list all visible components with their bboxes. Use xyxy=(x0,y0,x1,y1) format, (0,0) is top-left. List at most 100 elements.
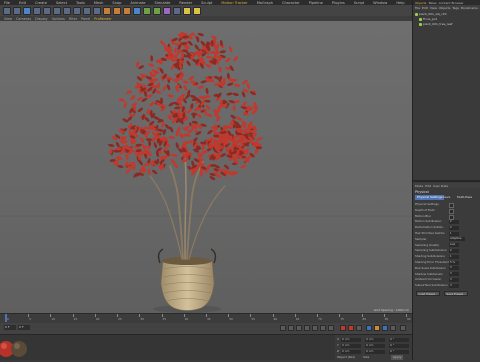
load-preset-button[interactable]: Load Preset... xyxy=(416,291,440,296)
parameter-key-icon[interactable] xyxy=(390,325,396,331)
attribute-value-field[interactable]: 1 xyxy=(449,231,459,236)
record-keys-icon[interactable] xyxy=(340,325,346,331)
leaf xyxy=(146,108,150,115)
coordinate-field-pos[interactable]: 0 cm xyxy=(341,337,361,342)
axis-label: Z xyxy=(337,349,340,353)
scale-key-icon[interactable] xyxy=(374,325,380,331)
undo-icon[interactable] xyxy=(3,6,11,15)
attribute-value-field[interactable]: 1 xyxy=(449,254,459,259)
attribute-row: Blurriness Subdivision 3 xyxy=(415,266,479,271)
leaf xyxy=(162,128,167,136)
attribute-value-field[interactable]: 3 xyxy=(449,266,459,271)
panel-divider[interactable] xyxy=(413,180,480,182)
render-view-icon[interactable] xyxy=(103,6,111,15)
leaf xyxy=(187,40,193,46)
attribute-value-field[interactable]: Adaptive xyxy=(449,237,465,242)
go-to-end-icon[interactable] xyxy=(328,325,334,331)
move-icon[interactable] xyxy=(33,6,41,15)
start-frame-field[interactable]: 0 F xyxy=(4,325,16,330)
attribute-value-field[interactable]: 3 xyxy=(449,277,459,282)
leaf xyxy=(144,163,151,166)
axis-label: X xyxy=(337,337,340,341)
coordinate-field-pos[interactable]: 0 cm xyxy=(341,349,361,354)
timeline-playhead[interactable] xyxy=(5,314,7,322)
go-to-start-icon[interactable] xyxy=(280,325,286,331)
leaf xyxy=(138,65,145,70)
attribute-value-field[interactable]: 5 % xyxy=(449,260,459,265)
timeline-tick-label: 80 xyxy=(362,316,367,321)
play-icon[interactable] xyxy=(304,325,310,331)
attribute-row: Sampler Adaptive xyxy=(415,237,479,242)
object-row[interactable]: plant_001_tree_leaf xyxy=(419,22,453,27)
attribute-value-field[interactable]: 3 xyxy=(449,272,459,277)
coordinate-field-pos[interactable]: 0 cm xyxy=(341,343,361,348)
timeline-menu-icon[interactable] xyxy=(400,325,406,331)
redo-icon[interactable] xyxy=(13,6,21,15)
size-mode-dropdown[interactable]: Size xyxy=(363,355,369,360)
next-frame-icon[interactable] xyxy=(312,325,318,331)
live-selection-icon[interactable] xyxy=(23,6,31,15)
autokeying-icon[interactable] xyxy=(348,325,354,331)
subdivision-surface-icon[interactable] xyxy=(143,6,151,15)
object-icon xyxy=(419,17,422,21)
attributes-menu-item[interactable]: Mode xyxy=(415,184,423,189)
y-axis-icon[interactable] xyxy=(73,6,81,15)
z-axis-icon[interactable] xyxy=(83,6,91,15)
scale-icon[interactable] xyxy=(43,6,51,15)
leaf xyxy=(191,112,198,116)
attribute-row: Sampling Quality Low xyxy=(415,243,479,248)
floor-icon[interactable] xyxy=(173,6,181,15)
apply-button[interactable]: Apply xyxy=(391,355,404,360)
coordinate-mode-dropdown[interactable]: Object (Rel) xyxy=(337,355,355,360)
x-axis-icon[interactable] xyxy=(63,6,71,15)
object-list[interactable]: plant_001_obj_r20 Ficus_pot plant_001_tree… xyxy=(413,10,480,180)
attributes-tab[interactable]: Save xyxy=(441,195,452,200)
coordinate-field-size[interactable]: 0 cm xyxy=(365,343,385,348)
coordinate-field-size[interactable]: 0 cm xyxy=(365,337,385,342)
attributes-menu-item[interactable]: User Data xyxy=(433,184,448,189)
attribute-label: Hair Primitive Subdiv. xyxy=(415,231,446,235)
save-preset-button[interactable]: Save Preset... xyxy=(444,291,468,296)
coordinate-field-size[interactable]: 0 cm xyxy=(365,349,385,354)
attribute-row: Subsurface Subdivision 3 xyxy=(415,283,479,288)
current-frame-field[interactable]: 0 F xyxy=(18,325,30,330)
rotation-key-icon[interactable] xyxy=(382,325,388,331)
coordinate-field-rot[interactable]: 0 ° xyxy=(389,337,409,342)
leaf xyxy=(246,83,251,90)
attribute-value-field[interactable]: 3 xyxy=(449,283,459,288)
timeline-tick-label: 50 xyxy=(229,316,233,321)
leaf xyxy=(169,126,174,133)
leaf xyxy=(225,57,231,63)
coordinate-field-rot[interactable]: 0 ° xyxy=(389,349,409,354)
next-key-icon[interactable] xyxy=(320,325,326,331)
position-key-icon[interactable] xyxy=(366,325,372,331)
coordinate-field-rot[interactable]: 0 ° xyxy=(389,343,409,348)
attributes-tab[interactable]: Multi-Pass xyxy=(455,195,474,200)
timeline-tick-label: 45 xyxy=(207,316,211,321)
attribute-value-field[interactable]: 2 xyxy=(449,219,459,224)
attribute-label: Blurriness Subdivision xyxy=(415,265,446,270)
array-icon[interactable] xyxy=(153,6,161,15)
previous-frame-icon[interactable] xyxy=(296,325,302,331)
attribute-label: Shadow Subdivision xyxy=(415,271,443,276)
light-icon[interactable] xyxy=(193,6,201,15)
camera-icon[interactable] xyxy=(183,6,191,15)
bend-deformer-icon[interactable] xyxy=(163,6,171,15)
timeline-tick-label: 60 xyxy=(273,316,278,321)
attribute-value-field[interactable]: 2 xyxy=(449,248,459,253)
keyframe-selection-icon[interactable] xyxy=(356,325,362,331)
coordinate-value: 0 ° xyxy=(390,349,395,353)
cube-icon[interactable] xyxy=(133,6,141,15)
attribute-value-field[interactable]: 2 xyxy=(449,225,459,230)
render-picture-viewer-icon[interactable] xyxy=(113,6,121,15)
previous-key-icon[interactable] xyxy=(288,325,294,331)
attribute-value-field[interactable]: Low xyxy=(449,243,459,248)
viewport[interactable]: Grid Spacing : 1000 cm xyxy=(0,21,412,313)
rotate-icon[interactable] xyxy=(53,6,61,15)
leaf xyxy=(182,80,189,84)
material-swatches xyxy=(0,341,27,357)
timeline-ruler[interactable]: 0 5 10 15 20 25 30 35 40 45 50 55 60 65 70 75 80 85 90 xyxy=(0,314,412,322)
render-settings-icon[interactable] xyxy=(123,6,131,15)
coordinate-system-icon[interactable] xyxy=(93,6,101,15)
attributes-menu-item[interactable]: Edit xyxy=(425,184,431,189)
